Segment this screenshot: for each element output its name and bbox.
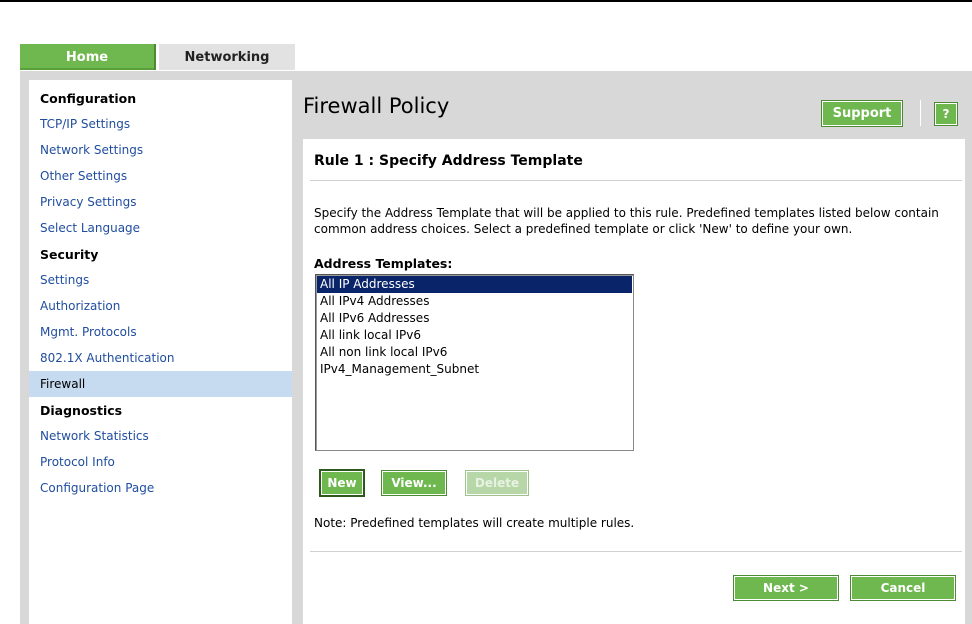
rule-description: Specify the Address Template that will b… <box>314 206 939 236</box>
address-templates-label: Address Templates: <box>314 256 453 271</box>
sidebar-item-tcpip-settings[interactable]: TCP/IP Settings <box>29 111 292 137</box>
next-button[interactable]: Next > <box>733 575 839 601</box>
sidebar: Configuration TCP/IP Settings Network Se… <box>29 80 292 624</box>
address-templates-listbox[interactable]: All IP Addresses All IPv4 Addresses All … <box>315 274 634 451</box>
sidebar-heading-configuration: Configuration <box>40 90 137 106</box>
template-option[interactable]: IPv4_Management_Subnet <box>317 361 632 378</box>
sidebar-item-other-settings[interactable]: Other Settings <box>29 163 292 189</box>
sidebar-item-configuration-page[interactable]: Configuration Page <box>29 475 292 501</box>
template-option[interactable]: All link local IPv6 <box>317 327 632 344</box>
sidebar-item-network-statistics[interactable]: Network Statistics <box>29 423 292 449</box>
sidebar-item-select-language[interactable]: Select Language <box>29 215 292 241</box>
template-option[interactable]: All IPv6 Addresses <box>317 310 632 327</box>
template-option[interactable]: All IPv4 Addresses <box>317 293 632 310</box>
sidebar-item-privacy-settings[interactable]: Privacy Settings <box>29 189 292 215</box>
sidebar-item-firewall[interactable]: Firewall <box>29 371 292 397</box>
sidebar-item-mgmt-protocols[interactable]: Mgmt. Protocols <box>29 319 292 345</box>
header-separator <box>920 100 921 126</box>
new-button[interactable]: New <box>319 469 365 497</box>
tab-networking[interactable]: Networking <box>159 44 295 70</box>
page-title: Firewall Policy <box>303 94 450 118</box>
sidebar-item-authorization[interactable]: Authorization <box>29 293 292 319</box>
view-button[interactable]: View... <box>381 470 447 496</box>
divider-top <box>310 180 962 181</box>
sidebar-heading-security: Security <box>40 246 99 262</box>
sidebar-item-network-settings[interactable]: Network Settings <box>29 137 292 163</box>
tab-home[interactable]: Home <box>20 44 156 70</box>
delete-button[interactable]: Delete <box>465 470 529 496</box>
sidebar-item-protocol-info[interactable]: Protocol Info <box>29 449 292 475</box>
support-button[interactable]: Support <box>821 100 903 127</box>
sidebar-heading-diagnostics: Diagnostics <box>40 402 123 418</box>
divider-bottom <box>310 551 962 552</box>
rule-title: Rule 1 : Specify Address Template <box>314 153 583 169</box>
templates-note: Note: Predefined templates will create m… <box>314 516 635 530</box>
template-option[interactable]: All IP Addresses <box>317 276 632 293</box>
cancel-button[interactable]: Cancel <box>850 575 956 601</box>
template-option[interactable]: All non link local IPv6 <box>317 344 632 361</box>
help-button[interactable]: ? <box>934 102 958 126</box>
sidebar-item-8021x-authentication[interactable]: 802.1X Authentication <box>29 345 292 371</box>
sidebar-item-settings[interactable]: Settings <box>29 267 292 293</box>
top-border <box>0 0 972 2</box>
